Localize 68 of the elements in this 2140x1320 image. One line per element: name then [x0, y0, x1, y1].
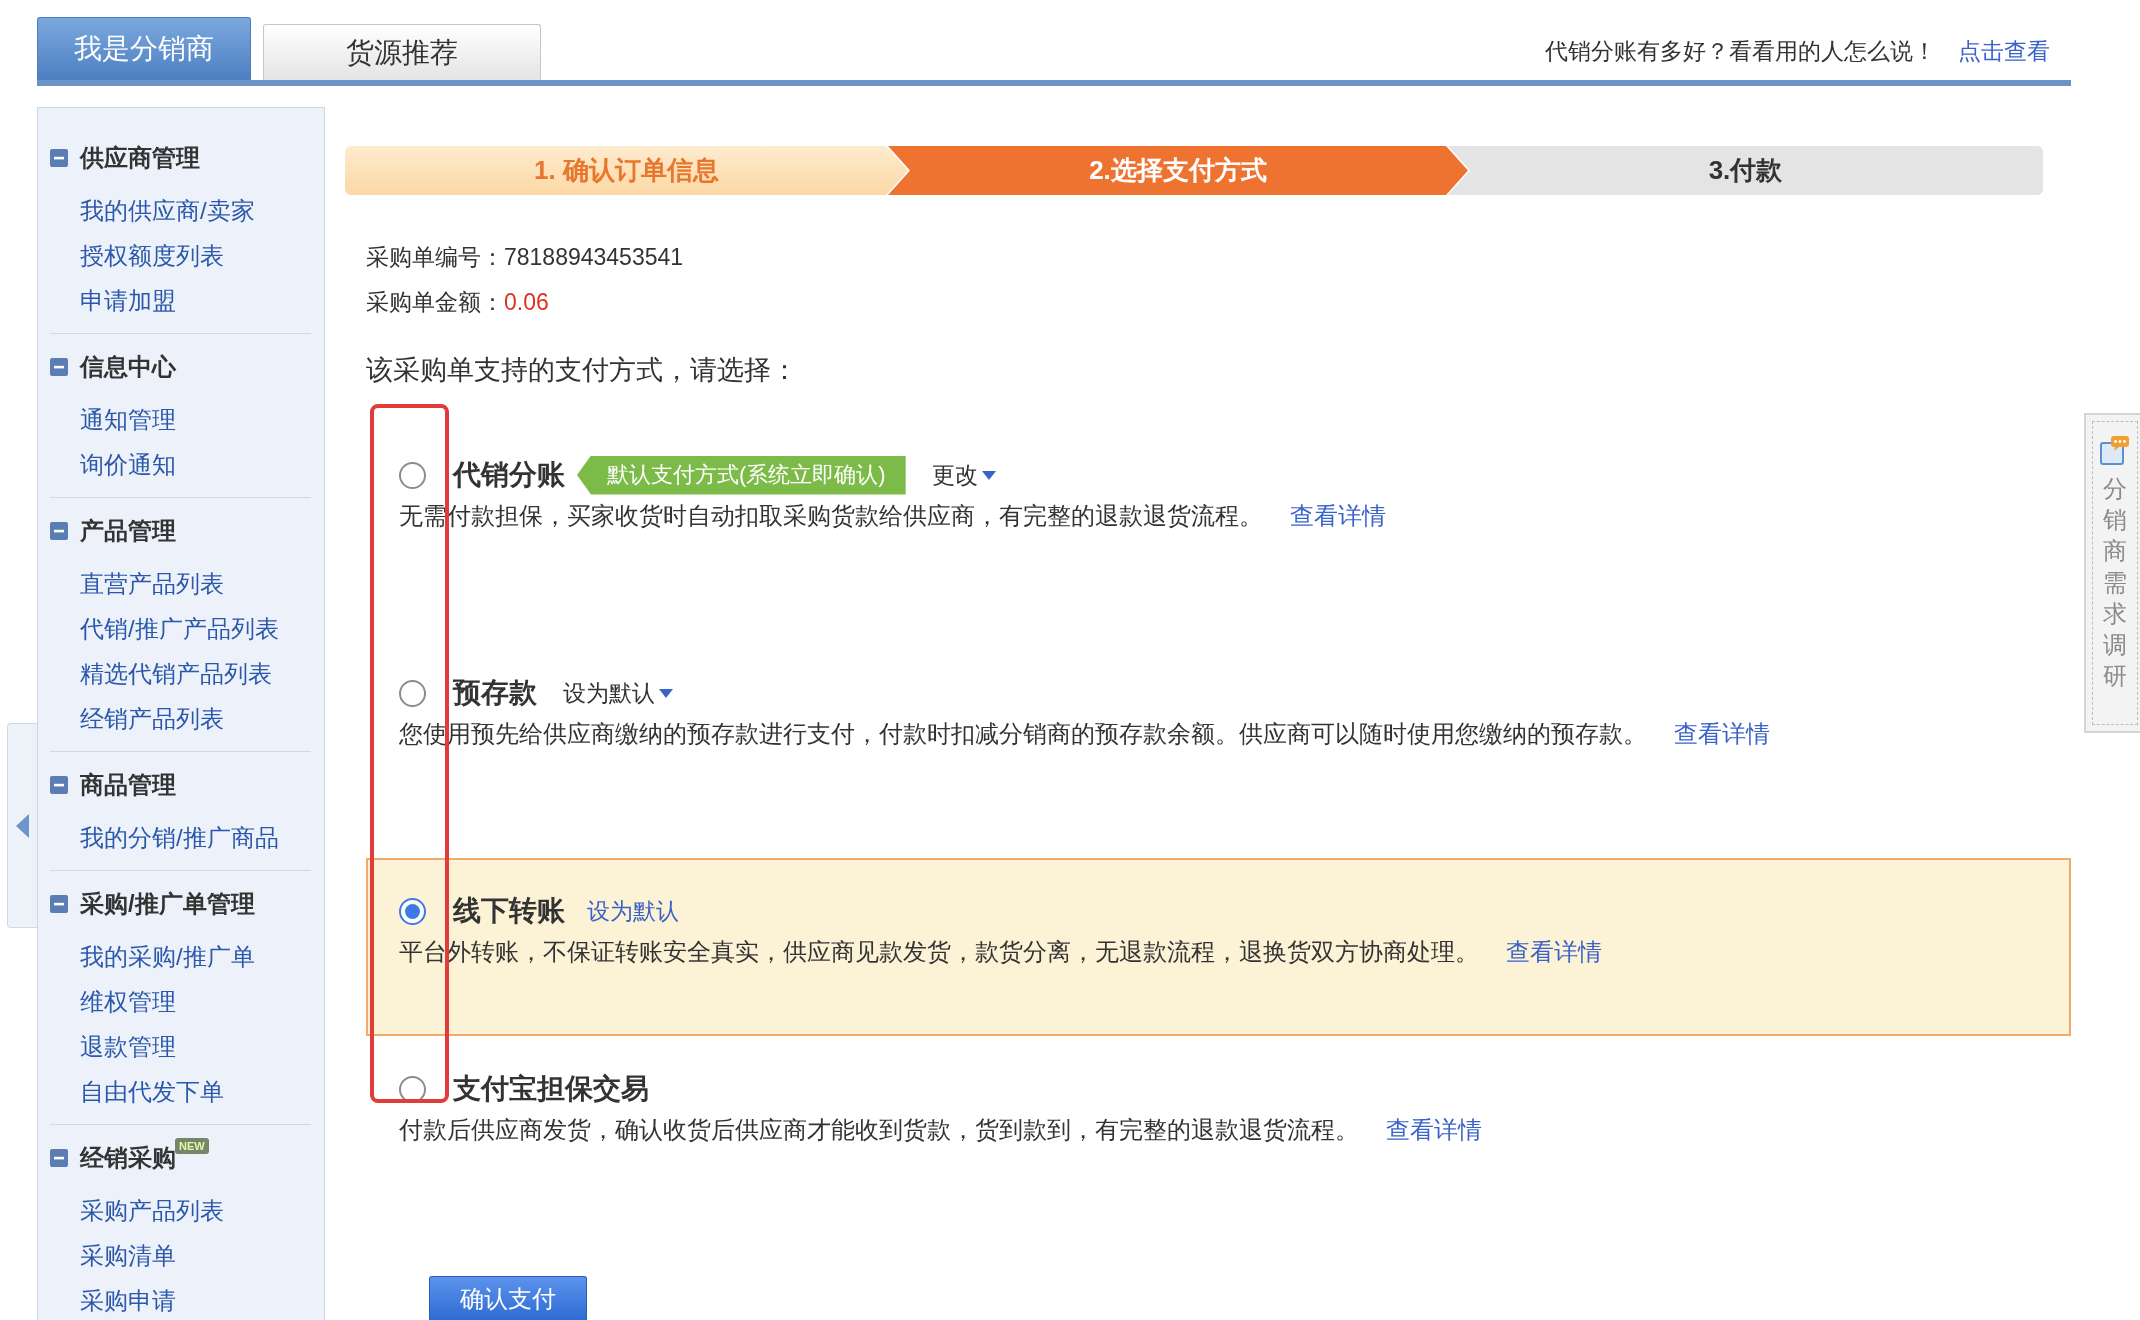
progress-step: 2.选择支付方式 — [888, 146, 1468, 195]
option-title: 预存款 — [453, 676, 537, 710]
sidebar-item[interactable]: 维权管理 — [80, 985, 176, 1019]
minus-square-icon[interactable] — [50, 1149, 68, 1167]
minus-square-icon[interactable] — [50, 895, 68, 913]
nav-tab[interactable]: 货源推荐 — [263, 24, 541, 80]
sidebar-group-title[interactable]: 信息中心 — [80, 351, 176, 383]
option-description: 您使用预先给供应商缴纳的预存款进行支付，付款时扣减分销商的预存款余额。供应商可以随时使用您缴纳的预存款。 — [399, 719, 1647, 749]
radio-button[interactable] — [399, 461, 426, 489]
sidebar-group-title[interactable]: 采购/推广单管理 — [80, 888, 255, 920]
survey-side-tab[interactable]: 分销商需求调研 — [2084, 413, 2140, 733]
sidebar-item[interactable]: 我的供应商/卖家 — [80, 194, 255, 228]
sidebar-item[interactable]: 代销/推广产品列表 — [80, 612, 279, 646]
sidebar-item[interactable]: 退款管理 — [80, 1030, 176, 1064]
minus-square-icon[interactable] — [50, 776, 68, 794]
sidebar-item[interactable]: 我的分销/推广商品 — [80, 821, 279, 855]
sidebar-item[interactable]: 通知管理 — [80, 403, 176, 437]
new-badge: NEW — [175, 1138, 209, 1154]
details-link[interactable]: 查看详情 — [1386, 1114, 1482, 1146]
sidebar-group-title[interactable]: 经销采购 — [80, 1142, 176, 1174]
confirm-pay-button[interactable]: 确认支付 — [429, 1276, 587, 1320]
sidebar-item[interactable]: 授权额度列表 — [80, 239, 224, 273]
field-value: 78188943453541 — [504, 243, 684, 271]
sidebar-group-title[interactable]: 产品管理 — [80, 515, 176, 547]
field-label: 采购单金额： — [366, 287, 504, 317]
details-link[interactable]: 查看详情 — [1290, 500, 1386, 532]
sidebar-item[interactable]: 直营产品列表 — [80, 567, 224, 601]
details-link[interactable]: 查看详情 — [1506, 936, 1602, 968]
minus-square-icon[interactable] — [50, 149, 68, 167]
option-description: 平台外转账，不保证转账安全真实，供应商见款发货，款货分离，无退款流程，退换货双方协商处理。 — [399, 937, 1479, 967]
payment-prompt: 该采购单支持的支付方式，请选择： — [366, 354, 798, 387]
sidebar-item[interactable]: 采购清单 — [80, 1239, 176, 1273]
sidebar-group-title[interactable]: 供应商管理 — [80, 142, 200, 174]
chat-document-icon — [2100, 435, 2130, 465]
sidebar-item[interactable]: 我的采购/推广单 — [80, 940, 255, 974]
progress-step: 1. 确认订单信息 — [345, 146, 908, 195]
promo-text: 代销分账有多好？看看用的人怎么说！ — [1545, 37, 1936, 66]
minus-square-icon[interactable] — [50, 522, 68, 540]
radio-button[interactable] — [399, 897, 426, 925]
dropdown-button[interactable]: 设为默认 — [563, 677, 673, 709]
caret-down-icon — [981, 470, 996, 480]
minus-square-icon[interactable] — [50, 358, 68, 376]
sidebar-item[interactable]: 申请加盟 — [80, 284, 176, 318]
radio-button[interactable] — [399, 679, 426, 707]
default-badge: 默认支付方式(系统立即确认) — [577, 455, 906, 495]
details-link[interactable]: 查看详情 — [1674, 718, 1770, 750]
amount-value: 0.06 — [504, 288, 549, 316]
sidebar-group-title[interactable]: 商品管理 — [80, 769, 176, 801]
sidebar-item[interactable]: 精选代销产品列表 — [80, 657, 272, 691]
promo-link[interactable]: 点击查看 — [1958, 35, 2050, 67]
set-default-link[interactable]: 设为默认 — [587, 895, 679, 927]
caret-down-icon — [659, 688, 673, 698]
nav-tab[interactable]: 我是分销商 — [37, 17, 251, 80]
progress-step: 3.付款 — [1448, 146, 2043, 195]
sidebar-item[interactable]: 询价通知 — [80, 448, 176, 482]
sidebar-item[interactable]: 经销产品列表 — [80, 702, 224, 736]
option-title: 线下转账 — [453, 894, 565, 928]
left-triangle-icon — [16, 813, 29, 838]
option-description: 无需付款担保，买家收货时自动扣取采购货款给供应商，有完整的退款退货流程。 — [399, 501, 1263, 531]
sidebar-item[interactable]: 采购申请 — [80, 1284, 176, 1318]
sidebar-item[interactable]: 采购产品列表 — [80, 1194, 224, 1228]
option-title: 支付宝担保交易 — [453, 1072, 649, 1106]
collapse-sidebar-button[interactable] — [7, 723, 37, 928]
option-description: 付款后供应商发货，确认收货后供应商才能收到货款，货到款到，有完整的退款退货流程。 — [399, 1115, 1359, 1145]
sidebar-item[interactable]: 自由代发下单 — [80, 1075, 224, 1109]
option-title: 代销分账 — [453, 458, 565, 492]
dropdown-button[interactable]: 更改 — [931, 459, 996, 491]
field-label: 采购单编号： — [366, 242, 504, 272]
